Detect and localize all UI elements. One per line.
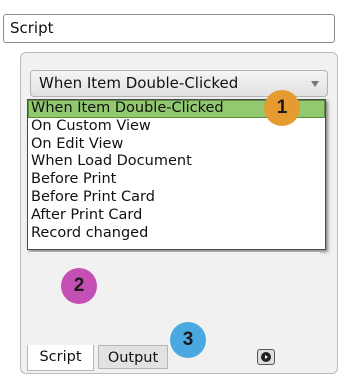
dropdown-option-when-load-document[interactable]: When Load Document [28, 153, 325, 171]
callout-badge-2: 2 [61, 268, 97, 304]
script-panel-screenshot: Script When Item Double-Clicked When Ite… [0, 0, 345, 377]
play-triangle-icon [265, 355, 268, 359]
event-trigger-select-value: When Item Double-Clicked [39, 74, 239, 92]
dropdown-option-before-print-card[interactable]: Before Print Card [28, 189, 325, 207]
tab-output[interactable]: Output [98, 345, 168, 369]
chevron-down-icon[interactable] [311, 81, 319, 87]
script-title-field[interactable]: Script [3, 14, 335, 43]
dropdown-option-before-print[interactable]: Before Print [28, 171, 325, 189]
callout-badge-1: 1 [264, 90, 300, 126]
dropdown-option-record-changed[interactable]: Record changed [28, 225, 325, 243]
run-script-button[interactable] [257, 349, 275, 365]
callout-badge-3: 3 [170, 322, 206, 358]
dropdown-option-on-edit-view[interactable]: On Edit View [28, 136, 325, 154]
dropdown-option-after-print-card[interactable]: After Print Card [28, 207, 325, 225]
tab-script[interactable]: Script [27, 345, 94, 371]
